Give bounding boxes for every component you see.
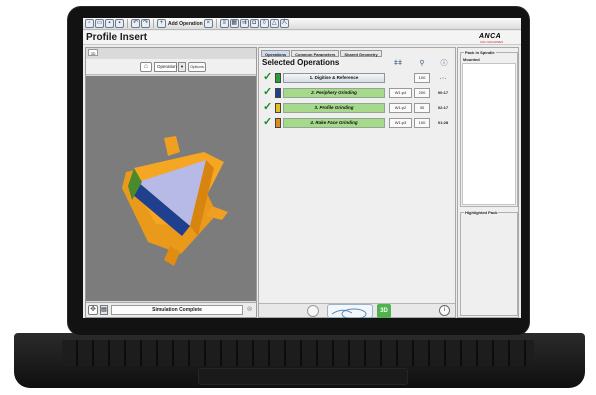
home-view-icon[interactable]: ⌂ <box>140 62 152 72</box>
undo-icon[interactable]: ↶ <box>131 19 140 28</box>
operation-wheel[interactable]: W1:p4 <box>389 88 412 98</box>
person-icon[interactable]: 人 <box>279 19 289 28</box>
chevron-down-icon[interactable]: ▾ <box>178 62 186 72</box>
view-controls: ⌂ Operation ▾ Options <box>86 59 256 75</box>
operation-row[interactable]: ✓ 3. Profile Grinding W1:p2 30 02:17 <box>261 101 455 115</box>
transfer-icon[interactable]: ⇉ <box>239 19 249 28</box>
operation-time: 02:17 <box>437 105 449 110</box>
check-icon: ✓ <box>263 116 273 128</box>
info-icon[interactable]: i <box>439 305 450 316</box>
simulation-icon[interactable]: ▤ <box>100 305 108 315</box>
operation-number[interactable]: 100 <box>414 118 430 128</box>
operation-number[interactable]: 30 <box>414 103 430 113</box>
operation-wheel[interactable]: W1:p2 <box>389 103 412 113</box>
wheel-pack-graphic <box>331 308 367 318</box>
open-folder-icon[interactable]: ▭ <box>95 19 104 28</box>
grid-icon[interactable]: ▦ <box>229 19 239 28</box>
toolbar-separator <box>215 19 217 28</box>
3d-viewport[interactable] <box>86 76 256 301</box>
search-icon[interactable]: ⚲ <box>417 59 427 68</box>
operation-number[interactable]: 100 <box>414 73 430 83</box>
check-icon: ✓ <box>263 71 273 83</box>
insert-tab-top <box>164 136 180 156</box>
close-icon[interactable]: ⊗ <box>245 305 254 315</box>
operations-panel: Operations Common Parameters Shared Geom… <box>258 47 456 318</box>
operation-number[interactable]: 200 <box>414 88 430 98</box>
laptop-keyboard <box>62 340 534 366</box>
operation-wheel[interactable]: W1:p3 <box>389 118 412 128</box>
operation-name[interactable]: 2. Periphery Grinding <box>283 88 385 98</box>
operation-time: 01:28 <box>437 120 449 125</box>
operation-color-swatch <box>275 88 281 98</box>
toolbar-separator <box>153 19 154 28</box>
simulation-status-bar: ✥ ▤ Simulation Complete ⊗ <box>86 302 256 317</box>
mounted-label: Mounted <box>463 57 480 62</box>
add-operation-icon[interactable]: + <box>157 19 166 28</box>
operation-name[interactable]: 3. Profile Grinding <box>283 103 385 113</box>
selected-operations-heading: Selected Operations <box>262 58 340 67</box>
add-operation-button[interactable]: Add Operation <box>168 21 203 27</box>
check-icon: ✓ <box>263 101 273 113</box>
tab-3d[interactable]: 3D <box>88 49 98 56</box>
pack-in-spindle-group: Pack in Spindle Mounted <box>460 50 518 207</box>
operation-select[interactable]: Operation <box>154 62 177 72</box>
operations-tabs: Operations Common Parameters Shared Geom… <box>261 50 382 57</box>
navigate-icon[interactable]: ✥ <box>88 305 98 315</box>
simulation-panel: 3D ⌂ Operation ▾ Options ✥ ▤ Simulation … <box>85 47 257 318</box>
check-icon: ✓ <box>263 86 273 98</box>
operation-name[interactable]: 1. Digitise & Reference <box>283 73 385 83</box>
laptop-touchpad <box>198 368 408 385</box>
main-toolbar: ▫ ▭ ▪ ▪ ↶ ↷ + Add Operation × ≡ ▦ ⇉ ◘ ◊ … <box>83 18 521 30</box>
operation-time: - : - <box>439 75 447 80</box>
operation-time: 00:17 <box>437 90 449 95</box>
delete-icon[interactable]: × <box>203 19 213 28</box>
brand-logo: ANCA CNC MACHINES <box>479 33 515 44</box>
machine-icon[interactable]: ǂǂ <box>393 59 403 68</box>
toolbar-separator <box>127 19 128 28</box>
title-bar: Profile Insert ANCA CNC MACHINES <box>83 31 521 45</box>
operations-footer: 3D i <box>259 303 455 318</box>
camera-icon[interactable]: ◘ <box>249 19 259 28</box>
wheel-pack-icon[interactable] <box>327 304 373 318</box>
list-icon[interactable]: ≡ <box>219 19 229 28</box>
operation-name[interactable]: 4. Rake Face Grinding <box>283 118 385 128</box>
operation-color-swatch <box>275 103 281 113</box>
operations-list: ✓ 1. Digitise & Reference 100 - : - ✓ 2.… <box>261 71 455 131</box>
mounted-list[interactable] <box>462 63 516 205</box>
help-icon[interactable]: ⓘ <box>439 59 449 68</box>
new-file-icon[interactable]: ▫ <box>85 19 94 28</box>
tab-common-parameters[interactable]: Common Parameters <box>291 50 340 57</box>
laptop-frame: ▫ ▭ ▪ ▪ ↶ ↷ + Add Operation × ≡ ▦ ⇉ ◘ ◊ … <box>0 0 596 395</box>
save-icon[interactable]: ▪ <box>105 19 114 28</box>
tool-icon[interactable] <box>307 305 319 317</box>
highlighted-pack-group: Highlighted Pack <box>460 210 518 316</box>
app-screen: ▫ ▭ ▪ ▪ ↶ ↷ + Add Operation × ≡ ▦ ⇉ ◘ ◊ … <box>83 18 521 318</box>
wheel-icon[interactable]: △ <box>269 19 279 28</box>
operation-row[interactable]: ✓ 2. Periphery Grinding W1:p4 200 00:17 <box>261 86 455 100</box>
3d-view-button[interactable]: 3D <box>377 304 391 318</box>
operation-row[interactable]: ✓ 4. Rake Face Grinding W1:p3 100 01:28 <box>261 116 455 130</box>
tab-shared-geometry[interactable]: Shared Geometry <box>340 50 382 57</box>
highlighted-pack-title: Highlighted Pack <box>464 210 499 215</box>
redo-icon[interactable]: ↷ <box>141 19 150 28</box>
operation-color-swatch <box>275 118 281 128</box>
tab-operations[interactable]: Operations <box>261 50 291 57</box>
save-as-icon[interactable]: ▪ <box>115 19 124 28</box>
coolant-drop-icon[interactable]: ◊ <box>259 19 269 28</box>
options-button[interactable]: Options <box>188 62 206 72</box>
pack-in-spindle-title: Pack in Spindle <box>464 50 496 55</box>
operation-row[interactable]: ✓ 1. Digitise & Reference 100 - : - <box>261 71 455 85</box>
operation-color-swatch <box>275 73 281 83</box>
page-title: Profile Insert <box>86 32 148 43</box>
simulation-status: Simulation Complete <box>111 305 243 315</box>
logo-tagline: CNC MACHINES <box>480 39 504 44</box>
insert-model <box>122 136 228 266</box>
spindle-panel: Pack in Spindle Mounted Highlighted Pack <box>457 47 519 318</box>
